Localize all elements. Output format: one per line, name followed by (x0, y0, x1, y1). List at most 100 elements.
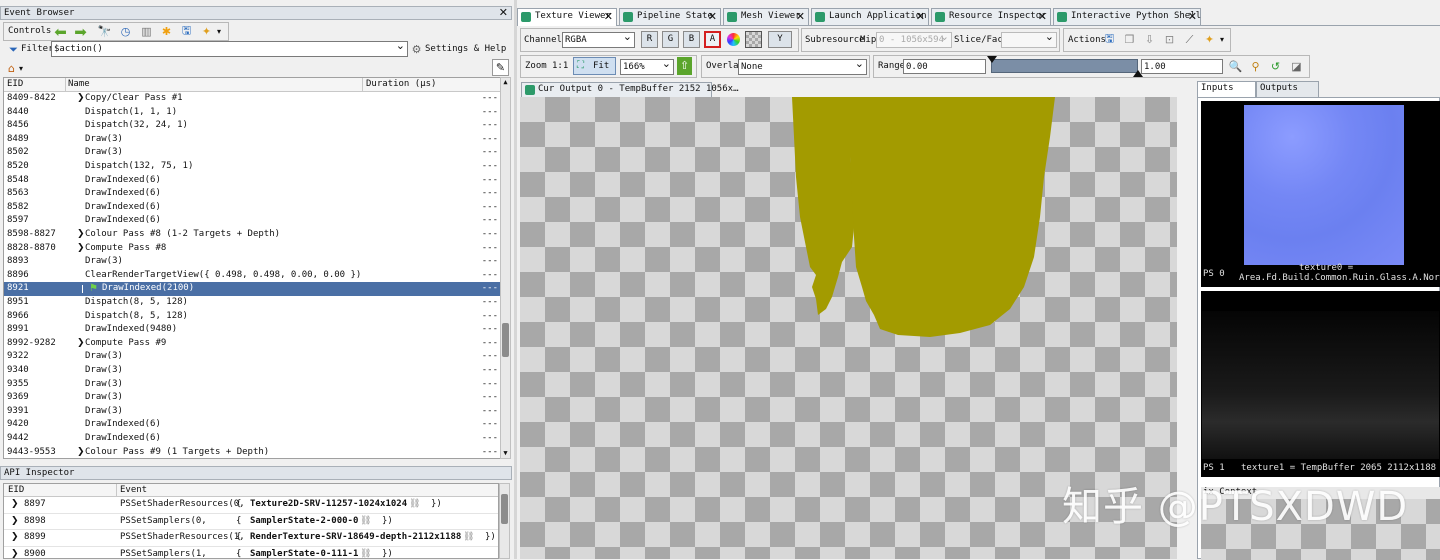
col-name[interactable]: Name (68, 78, 90, 92)
tab-close-icon[interactable]: ✕ (604, 9, 613, 24)
close-icon[interactable]: ✕ (499, 7, 508, 19)
tab-close-icon[interactable]: ✕ (1188, 9, 1197, 24)
api-scrollbar[interactable] (499, 483, 510, 559)
side-tab-inputs[interactable]: Inputs (1197, 81, 1256, 97)
event-row[interactable]: 8563 DrawIndexed(6) --- (4, 187, 500, 201)
event-row[interactable]: 8548 DrawIndexed(6) --- (4, 174, 500, 188)
fit-button[interactable]: ⛶ Fit (573, 57, 616, 75)
expand-chevron-icon[interactable]: ❯ (77, 446, 85, 458)
tab-resource-inspector[interactable]: Resource Inspector ✕ (931, 8, 1051, 25)
back-arrow-icon[interactable]: ⬅ (52, 23, 69, 41)
col-eid[interactable]: EID (7, 78, 23, 92)
api-expand-chevron-icon[interactable]: ❯ (11, 498, 19, 512)
link-icon[interactable]: ⛓ (360, 548, 371, 559)
event-row[interactable]: 9340 Draw(3) --- (4, 364, 500, 378)
event-row[interactable]: 8520 Dispatch(132, 75, 1) --- (4, 160, 500, 174)
event-row[interactable]: 8991 DrawIndexed(9480) --- (4, 323, 500, 337)
tab-mesh-viewer[interactable]: Mesh Viewer ✕ (723, 8, 809, 25)
timeline-icon[interactable]: ◷ (117, 23, 134, 40)
range-min-input[interactable]: 0.00 (903, 59, 986, 74)
event-row[interactable]: 8597 DrawIndexed(6) --- (4, 214, 500, 228)
event-row[interactable]: 8440 Dispatch(1, 1, 1) --- (4, 106, 500, 120)
event-scrollbar[interactable]: ▲ ▼ (500, 77, 511, 459)
tab-pipeline-state[interactable]: Pipeline State ✕ (619, 8, 721, 25)
reset-range-icon[interactable]: ↺ (1267, 58, 1284, 75)
tab-close-icon[interactable]: ✕ (708, 9, 717, 24)
event-row[interactable]: 8456 Dispatch(32, 24, 1) --- (4, 119, 500, 133)
mip-select[interactable]: 0 - 1056x594 (876, 32, 952, 48)
home-dropdown-icon[interactable]: ▾ (16, 60, 26, 77)
auto-fit-range-icon[interactable]: ⚲ (1247, 58, 1264, 75)
api-expand-chevron-icon[interactable]: ❯ (11, 515, 19, 529)
link-icon[interactable]: ⛓ (463, 531, 474, 545)
channel-g-button[interactable]: G (662, 31, 679, 48)
api-resource-link[interactable]: Texture2D-SRV-11257-1024x1024 (250, 498, 407, 512)
forward-arrow-icon[interactable]: ➡ (72, 23, 89, 41)
api-expand-chevron-icon[interactable]: ❯ (11, 548, 19, 559)
zoom-range-icon[interactable]: 🔍 (1227, 58, 1244, 75)
event-row[interactable]: 9369 Draw(3) --- (4, 391, 500, 405)
save-texture-icon[interactable]: 🖫 (1101, 31, 1118, 48)
filter-input[interactable]: $action() (51, 41, 408, 57)
event-scrollbar-thumb[interactable] (502, 323, 509, 357)
api-resource-link[interactable]: SamplerState-0-111-1 (250, 548, 358, 559)
side-tab-outputs[interactable]: Outputs (1256, 81, 1319, 97)
range-max-input[interactable]: 1.00 (1141, 59, 1223, 74)
tab-interactive-python-shell[interactable]: Interactive Python Shell ✕ (1053, 8, 1201, 25)
thumbnail-texture0[interactable]: PS 0 texture0 = Area.Fd.Build.Common.Rui… (1201, 101, 1440, 287)
event-row[interactable]: 8409-8422 ❯ Copy/Clear Pass #1 --- (4, 92, 500, 106)
event-row[interactable]: 9355 Draw(3) --- (4, 378, 500, 392)
thumbnail-texture1[interactable]: PS 1 texture1 = TempBuffer 2065 2112x118… (1201, 291, 1440, 477)
event-row[interactable]: 8598-8827 ❯ Colour Pass #8 (1-2 Targets + … (4, 228, 500, 242)
event-row[interactable]: 8921 ⚑ DrawIndexed(2100) --- (4, 282, 500, 296)
event-row[interactable]: 9443-9553 ❯ Colour Pass #9 (1 Targets + De… (4, 446, 500, 458)
event-row[interactable]: 8582 DrawIndexed(6) --- (4, 201, 500, 215)
find-icon[interactable]: 🔭 (96, 23, 113, 40)
api-resource-link[interactable]: SamplerState-2-000-0 (250, 515, 358, 529)
channel-a-button[interactable]: A (704, 31, 721, 48)
goto-location-icon[interactable]: ⊡ (1161, 31, 1178, 48)
checkerboard-icon[interactable] (745, 31, 762, 48)
bookmark-icon[interactable]: ✦ (198, 23, 215, 40)
api-row[interactable]: ❯ 8898 PSSetSamplers(0, {SamplerState-2-000… (4, 514, 498, 530)
event-row[interactable]: 9442 DrawIndexed(6) --- (4, 432, 500, 446)
zoom-1to1-button[interactable]: 1:1 (552, 60, 568, 74)
histogram-icon[interactable]: ◪ (1288, 58, 1305, 75)
range-slider[interactable] (991, 59, 1138, 73)
event-row[interactable]: 9391 Draw(3) --- (4, 405, 500, 419)
api-scrollbar-thumb[interactable] (501, 494, 508, 524)
channel-r-button[interactable]: R (641, 31, 658, 48)
event-row[interactable]: 8966 Dispatch(8, 5, 128) --- (4, 310, 500, 324)
flip-y-icon[interactable]: ⇧ (677, 57, 692, 75)
zoom-select[interactable]: 166% (620, 59, 674, 75)
tab-texture-viewer[interactable]: Texture Viewer ✕ (517, 8, 617, 26)
event-row[interactable]: 8893 Draw(3) --- (4, 255, 500, 269)
event-row[interactable]: 8489 Draw(3) --- (4, 133, 500, 147)
event-row[interactable]: 8896 ClearRenderTargetView({ 0.498, 0.498… (4, 269, 500, 283)
channel-y-button[interactable]: Y (768, 31, 792, 48)
slice-face-select[interactable] (1001, 32, 1057, 48)
api-row[interactable]: ❯ 8897 PSSetShaderResources(0,{Texture2D-S… (4, 497, 498, 514)
save-icon[interactable]: 🖫 (178, 23, 195, 40)
event-row[interactable]: 8992-9282 ❯ Compute Pass #9 --- (4, 337, 500, 351)
expand-chevron-icon[interactable]: ❯ (77, 242, 85, 256)
viewer-tab[interactable]: Cur Output 0 - TempBuffer 2152 1056x… (521, 82, 738, 98)
range-slider-min-handle[interactable] (987, 56, 997, 63)
tab-close-icon[interactable]: ✕ (1038, 9, 1047, 24)
splitter[interactable] (514, 0, 517, 559)
color-wheel-icon[interactable] (727, 33, 740, 46)
api-expand-chevron-icon[interactable]: ❯ (11, 531, 19, 545)
actions-dropdown-icon[interactable]: ▾ (1217, 31, 1227, 48)
expand-chevron-icon[interactable]: ❯ (77, 228, 85, 242)
settings-help-button[interactable]: Settings & Help (425, 43, 506, 57)
link-icon[interactable]: ⛓ (360, 515, 371, 529)
export-icon[interactable]: ⇩ (1141, 31, 1158, 48)
settings-gear-icon[interactable]: ⚙ (408, 41, 425, 58)
chart-icon[interactable]: ▥ (138, 23, 155, 40)
expand-chevron-icon[interactable]: ❯ (77, 337, 85, 351)
channels-select[interactable]: RGBA (562, 32, 635, 48)
api-col-event[interactable]: Event (120, 484, 147, 498)
expand-chevron-icon[interactable]: ❯ (77, 92, 85, 106)
action-bookmark-icon[interactable]: ✦ (1201, 31, 1218, 48)
tab-close-icon[interactable]: ✕ (916, 9, 925, 24)
